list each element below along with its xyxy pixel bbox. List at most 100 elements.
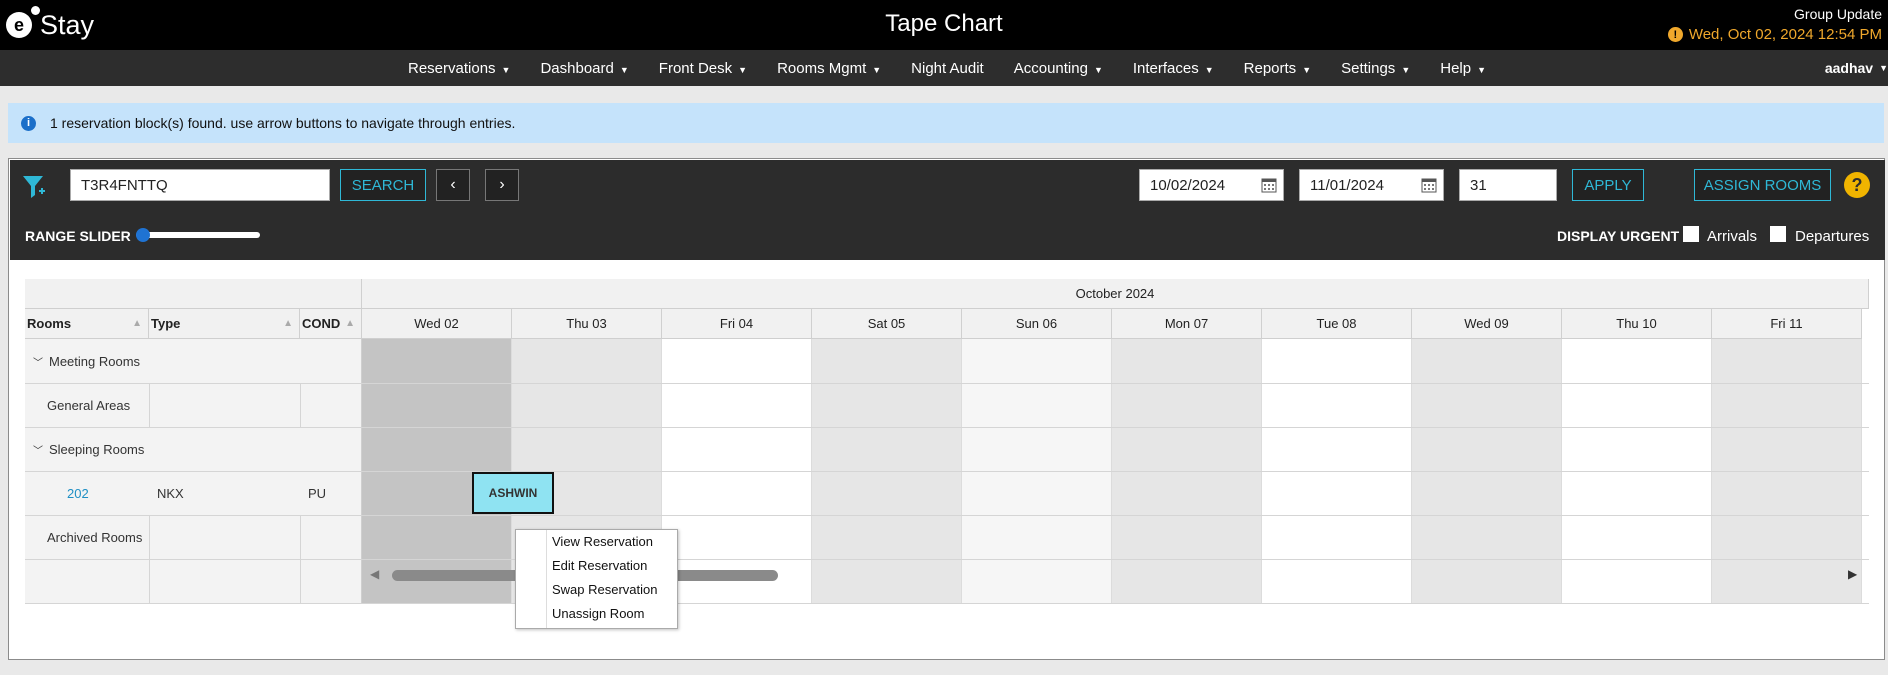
caret-down-icon: ▼ [1302, 64, 1312, 75]
row-divider [25, 383, 1869, 384]
caret-down-icon: ▼ [1477, 64, 1487, 75]
sort-icon: ▲ [132, 318, 142, 329]
menu-edit-reservation[interactable]: Edit Reservation [552, 558, 647, 573]
nav-settings[interactable]: Settings ▼ [1341, 60, 1410, 77]
start-date-value: 10/02/2024 [1150, 176, 1226, 194]
room-202-link[interactable]: 202 [67, 471, 89, 515]
day-header: Wed 02 [362, 309, 512, 339]
archived-cell [25, 515, 149, 559]
caret-down-icon: ▼ [619, 64, 629, 75]
caret-down-icon: ▼ [1879, 63, 1888, 73]
room-202-cond: PU [308, 485, 327, 501]
search-button[interactable]: SEARCH [340, 169, 426, 201]
apply-button[interactable]: APPLY [1572, 169, 1644, 201]
chevron-down-icon: ﹀ [33, 445, 43, 457]
day-header: Thu 10 [1562, 309, 1712, 339]
arrivals-label: Arrivals [1707, 228, 1758, 245]
toolbar: T3R4FNTTQ SEARCH ‹ › 10/02/2024 11/01/20… [10, 160, 1885, 260]
reservation-block[interactable]: ASHWIN [472, 472, 554, 514]
end-date-field[interactable]: 11/01/2024 [1299, 169, 1444, 201]
row-divider [25, 515, 1869, 516]
day-header: Sat 05 [812, 309, 962, 339]
tape-chart-grid: Rooms ▲ Type ▲ COND ▲ October 2024 ﹀ Meeting… [25, 279, 1869, 629]
day-header: Tue 08 [1262, 309, 1412, 339]
search-input[interactable]: T3R4FNTTQ [70, 169, 330, 201]
caret-down-icon: ▼ [738, 64, 748, 75]
nav-help[interactable]: Help ▼ [1440, 60, 1486, 77]
month-header: October 2024 [362, 279, 1869, 309]
days-field[interactable]: 31 [1459, 169, 1557, 201]
type-column-header[interactable]: Type ▲ [149, 309, 300, 339]
row-general-areas: General Areas [47, 397, 131, 413]
calendar-icon[interactable] [1261, 177, 1277, 193]
cond-column-header[interactable]: COND ▲ [300, 309, 362, 339]
rooms-column-header[interactable]: Rooms ▲ [25, 309, 149, 339]
main-nav: Reservations ▼ Dashboard ▼ Front Desk ▼ Roo… [0, 50, 1888, 86]
header-spacer [25, 279, 362, 309]
assign-rooms-button[interactable]: ASSIGN ROOMS [1694, 169, 1831, 201]
caret-down-icon: ▼ [872, 64, 882, 75]
arrivals-checkbox[interactable] [1683, 226, 1699, 242]
chevron-right-icon: › [499, 176, 505, 193]
page-title: Tape Chart [885, 10, 1003, 37]
day-header: Fri 11 [1712, 309, 1862, 339]
menu-unassign-room[interactable]: Unassign Room [552, 606, 645, 621]
nav-dashboard[interactable]: Dashboard ▼ [540, 60, 628, 77]
day-header: Thu 03 [512, 309, 662, 339]
user-menu[interactable]: aadhav ▼ [1825, 50, 1888, 86]
scroll-left-icon[interactable]: ◀ [370, 567, 379, 581]
warning-icon: ! [1667, 27, 1683, 42]
nav-interfaces[interactable]: Interfaces ▼ [1133, 60, 1214, 77]
start-date-field[interactable]: 10/02/2024 [1139, 169, 1284, 201]
row-divider [25, 559, 1869, 560]
day-header: Wed 09 [1412, 309, 1562, 339]
caret-down-icon: ▼ [1093, 64, 1103, 75]
menu-gutter [546, 530, 547, 628]
row-divider [25, 471, 1869, 472]
prev-entry-button[interactable]: ‹ [436, 169, 470, 201]
scroll-right-icon[interactable]: ▶ [1848, 567, 1857, 581]
nav-reports[interactable]: Reports ▼ [1244, 60, 1311, 77]
divider [149, 383, 150, 427]
range-slider-label: RANGE SLIDER [25, 228, 131, 244]
nav-menu: Reservations ▼ Dashboard ▼ Front Desk ▼ Roo… [408, 50, 1516, 86]
day-header: Sun 06 [962, 309, 1112, 339]
sort-icon: ▲ [345, 318, 355, 329]
nav-accounting[interactable]: Accounting ▼ [1014, 60, 1103, 77]
top-bar: e Stay Tape Chart Group Update ! Wed, Oc… [0, 0, 1888, 50]
help-icon[interactable]: ? [1844, 172, 1870, 198]
group-update-link[interactable]: Group Update [1794, 6, 1882, 22]
nav-rooms-mgmt[interactable]: Rooms Mgmt ▼ [777, 60, 881, 77]
tape-chart-panel: T3R4FNTTQ SEARCH ‹ › 10/02/2024 11/01/20… [8, 158, 1885, 660]
row-sleeping-rooms[interactable]: ﹀ Sleeping Rooms [33, 427, 144, 471]
row-divider [25, 427, 1869, 428]
caret-down-icon: ▼ [1401, 64, 1411, 75]
day-header: Fri 04 [662, 309, 812, 339]
range-slider-thumb[interactable] [136, 228, 150, 242]
calendar-icon[interactable] [1421, 177, 1437, 193]
nav-night-audit[interactable]: Night Audit [911, 60, 984, 77]
filter-icon[interactable] [22, 174, 46, 200]
info-message: 1 reservation block(s) found. use arrow … [50, 115, 516, 131]
chevron-left-icon: ‹ [450, 176, 456, 193]
caret-down-icon: ▼ [1204, 64, 1214, 75]
range-slider-track[interactable] [136, 232, 260, 238]
menu-swap-reservation[interactable]: Swap Reservation [552, 582, 658, 597]
menu-view-reservation[interactable]: View Reservation [552, 534, 653, 549]
current-datetime: ! Wed, Oct 02, 2024 12:54 PM [1667, 26, 1882, 43]
day-header: Mon 07 [1112, 309, 1262, 339]
sort-icon: ▲ [283, 318, 293, 329]
room-202-type: NKX [157, 485, 184, 501]
departures-label: Departures [1795, 228, 1870, 245]
end-date-value: 11/01/2024 [1310, 176, 1384, 194]
caret-down-icon: ▼ [501, 64, 511, 75]
departures-checkbox[interactable] [1770, 226, 1786, 242]
divider [300, 383, 301, 427]
nav-reservations[interactable]: Reservations ▼ [408, 60, 510, 77]
info-icon: i [21, 115, 36, 131]
info-banner: i 1 reservation block(s) found. use arro… [8, 103, 1884, 143]
next-entry-button[interactable]: › [485, 169, 519, 201]
nav-front-desk[interactable]: Front Desk ▼ [659, 60, 747, 77]
row-meeting-rooms[interactable]: ﹀ Meeting Rooms [33, 339, 140, 383]
user-name: aadhav [1824, 60, 1874, 76]
